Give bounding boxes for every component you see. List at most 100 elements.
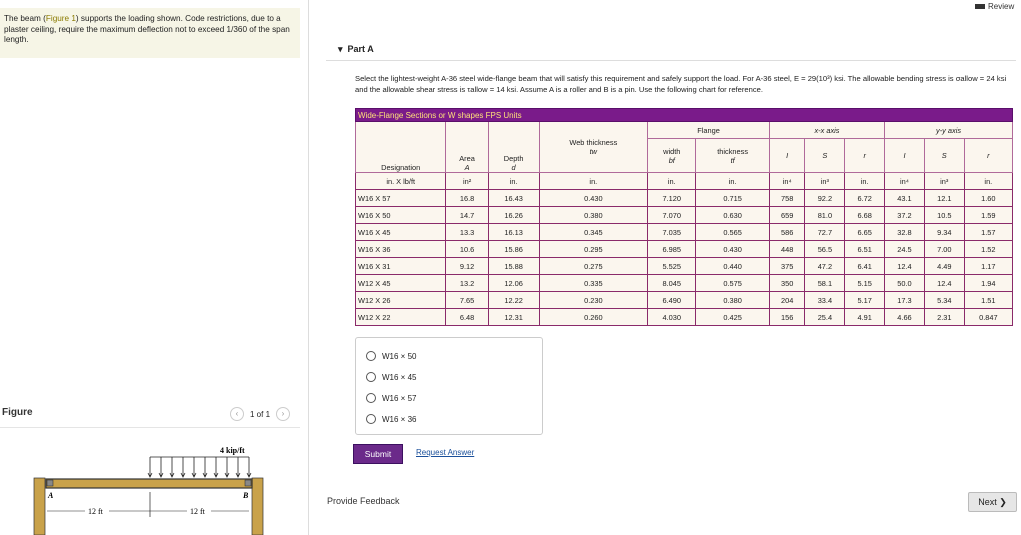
value-cell: 1.59 xyxy=(963,206,1014,224)
next-button[interactable]: Next ❯ xyxy=(968,492,1017,512)
value-cell: 5.17 xyxy=(844,291,886,309)
answer-option[interactable]: W16 × 45 xyxy=(366,372,416,382)
provide-feedback-link[interactable]: Provide Feedback xyxy=(327,496,400,506)
value-cell: 25.4 xyxy=(804,308,846,326)
unit-cell: in. X lb/ft xyxy=(354,172,447,190)
value-cell: 6.41 xyxy=(844,257,886,275)
load-arrow xyxy=(213,457,219,478)
value-cell: 1.17 xyxy=(963,257,1014,275)
col-sx: S xyxy=(804,138,846,173)
value-cell: 4.91 xyxy=(844,308,886,326)
unit-cell: in⁴ xyxy=(768,172,806,190)
value-cell: 0.275 xyxy=(538,257,649,275)
value-cell: 204 xyxy=(768,291,806,309)
label-a: A xyxy=(47,491,54,500)
value-cell: 16.13 xyxy=(487,223,540,241)
table-row: W12 X 26 7.65 12.22 0.230 6.490 0.380 204 33.4 5… xyxy=(354,291,1014,309)
answer-option[interactable]: W16 × 50 xyxy=(366,351,416,361)
answer-option[interactable]: W16 × 36 xyxy=(366,414,416,424)
review-link[interactable]: Review xyxy=(975,2,1014,11)
value-cell: 12.31 xyxy=(487,308,540,326)
value-cell: 16.26 xyxy=(487,206,540,224)
value-cell: 586 xyxy=(768,223,806,241)
col-width: width bf xyxy=(647,138,697,173)
col-thickness: thickness tf xyxy=(695,138,770,173)
radio-button[interactable] xyxy=(366,372,376,382)
value-cell: 56.5 xyxy=(804,240,846,258)
load-arrow xyxy=(202,457,208,478)
value-cell: 6.68 xyxy=(844,206,886,224)
caret-down-icon: ▾ xyxy=(338,44,343,54)
value-cell: 6.490 xyxy=(647,291,697,309)
answer-options: W16 × 50 W16 × 45 W16 × 57 W16 × 36 xyxy=(355,337,543,435)
unit-cell: in. xyxy=(963,172,1014,190)
value-cell: 0.715 xyxy=(695,189,770,207)
designation-cell: W12 X 45 xyxy=(354,274,447,292)
table-row: W12 X 22 6.48 12.31 0.260 4.030 0.425 156 25.4 4… xyxy=(354,308,1014,326)
value-cell: 12.4 xyxy=(884,257,925,275)
figure-link[interactable]: Figure 1 xyxy=(46,14,76,23)
value-cell: 72.7 xyxy=(804,223,846,241)
value-cell: 13.2 xyxy=(445,274,489,292)
value-cell: 0.380 xyxy=(538,206,649,224)
value-cell: 0.295 xyxy=(538,240,649,258)
panel-divider xyxy=(308,0,309,535)
col-designation: Designation xyxy=(354,121,447,173)
value-cell: 4.49 xyxy=(923,257,965,275)
value-cell: 8.045 xyxy=(647,274,697,292)
label-b: B xyxy=(242,491,249,500)
value-cell: 448 xyxy=(768,240,806,258)
unit-cell: in. xyxy=(647,172,697,190)
value-cell: 15.86 xyxy=(487,240,540,258)
unit-cell: in³ xyxy=(804,172,846,190)
designation-cell: W12 X 26 xyxy=(354,291,447,309)
value-cell: 375 xyxy=(768,257,806,275)
load-arrow xyxy=(246,457,252,478)
col-ry: r xyxy=(963,138,1014,173)
value-cell: 0.335 xyxy=(538,274,649,292)
value-cell: 6.51 xyxy=(844,240,886,258)
value-cell: 9.12 xyxy=(445,257,489,275)
option-label: W16 × 57 xyxy=(382,393,417,403)
submit-button[interactable]: Submit xyxy=(353,444,403,464)
figure-divider xyxy=(0,427,300,428)
beam xyxy=(45,478,253,489)
value-cell: 0.430 xyxy=(538,189,649,207)
value-cell: 6.65 xyxy=(844,223,886,241)
col-web: Web thickness tw xyxy=(538,121,649,173)
option-label: W16 × 50 xyxy=(382,351,417,361)
value-cell: 6.48 xyxy=(445,308,489,326)
value-cell: 43.1 xyxy=(884,189,925,207)
review-icon xyxy=(975,4,985,9)
part-a-toggle[interactable]: ▾ Part A xyxy=(338,44,374,55)
figure-page: 1 of 1 xyxy=(250,409,271,419)
answer-option[interactable]: W16 × 57 xyxy=(366,393,416,403)
col-sy: S xyxy=(923,138,965,173)
table-row: W12 X 45 13.2 12.06 0.335 8.045 0.575 350 58.1 5… xyxy=(354,274,1014,292)
value-cell: 7.070 xyxy=(647,206,697,224)
radio-button[interactable] xyxy=(366,393,376,403)
table-row: W16 X 57 16.8 16.43 0.430 7.120 0.715 758 92.2 6… xyxy=(354,189,1014,207)
table-row: W16 X 31 9.12 15.88 0.275 5.525 0.440 375 47.2 6… xyxy=(354,257,1014,275)
value-cell: 1.94 xyxy=(963,274,1014,292)
next-figure-button[interactable]: › xyxy=(276,407,291,421)
value-cell: 9.34 xyxy=(923,223,965,241)
value-cell: 1.52 xyxy=(963,240,1014,258)
value-cell: 5.525 xyxy=(647,257,697,275)
load-arrow xyxy=(235,457,241,478)
value-cell: 0.630 xyxy=(695,206,770,224)
prev-figure-button[interactable]: ‹ xyxy=(230,407,244,421)
part-label: Part A xyxy=(347,44,374,54)
value-cell: 12.22 xyxy=(487,291,540,309)
radio-button[interactable] xyxy=(366,414,376,424)
right-wall xyxy=(251,477,264,535)
request-answer-link[interactable]: Request Answer xyxy=(416,448,474,457)
value-cell: 10.6 xyxy=(445,240,489,258)
value-cell: 10.5 xyxy=(923,206,965,224)
radio-button[interactable] xyxy=(366,351,376,361)
value-cell: 7.00 xyxy=(923,240,965,258)
value-cell: 50.0 xyxy=(884,274,925,292)
col-ix: I xyxy=(768,138,806,173)
value-cell: 58.1 xyxy=(804,274,846,292)
roller-support-a xyxy=(46,479,54,487)
